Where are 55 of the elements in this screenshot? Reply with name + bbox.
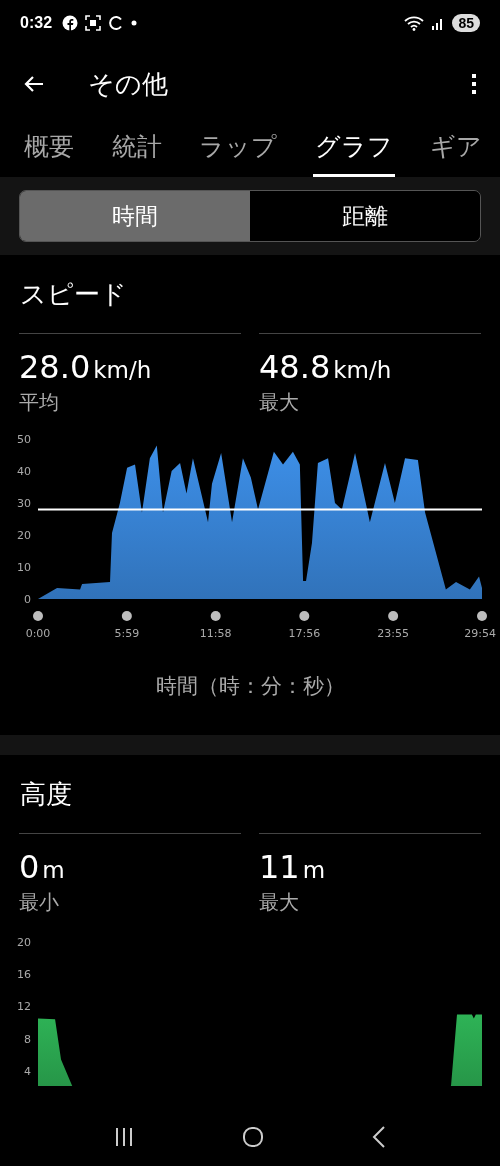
axis-tick-label: 0	[24, 593, 31, 606]
axis-tick-label: 17:56	[288, 627, 321, 640]
tab[interactable]: ギア	[428, 118, 484, 177]
stat-label: 平均	[19, 389, 60, 416]
stat-label: 最大	[259, 889, 300, 916]
axis-tick-label: 16	[17, 968, 31, 982]
stat-value: 11	[259, 848, 300, 886]
tab[interactable]: 概要	[22, 118, 76, 177]
axis-tick-label: 20	[17, 529, 31, 542]
stat-unit: m	[302, 857, 326, 883]
axis-title: 時間（時：分：秒）	[154, 673, 346, 700]
segment-button[interactable]: 時間	[20, 191, 250, 241]
time-marker-dot	[477, 611, 487, 621]
recent-apps-icon[interactable]	[114, 1127, 134, 1147]
section-title: スピード	[19, 278, 128, 311]
axis-tick-label: 10	[17, 561, 31, 574]
stat-unit: m	[42, 857, 65, 883]
stat-unit: km/h	[333, 357, 392, 383]
axis-tick-label: 20	[17, 936, 31, 949]
axis-tick-label: 23:55	[377, 627, 409, 640]
axis-tick-label: 29:54	[464, 627, 496, 640]
time-marker-dot	[33, 611, 43, 621]
time-marker-dot	[210, 611, 221, 621]
time-marker-dot	[388, 611, 399, 621]
status-time: 0:32	[20, 14, 53, 32]
dot-icon	[131, 20, 138, 26]
axis-tick-label: 5:59	[114, 627, 140, 640]
stat-value: 48.8	[259, 348, 331, 386]
screen-title: その他	[88, 67, 168, 101]
segment-button[interactable]: 距離	[250, 191, 480, 241]
facebook-icon	[62, 15, 79, 31]
section-title: 高度	[19, 778, 73, 811]
axis-tick-label: 11:58	[199, 627, 232, 640]
stat-label: 最大	[259, 389, 300, 416]
tab[interactable]: 統計	[109, 118, 164, 177]
stat-unit: km/h	[93, 357, 152, 383]
wifi-icon	[404, 15, 425, 31]
axis-tick-label: 12	[17, 1000, 31, 1014]
axis-tick-label: 40	[17, 465, 31, 478]
screenshot-icon	[85, 15, 102, 31]
time-marker-dot	[299, 611, 310, 621]
stat-value: 28.0	[19, 348, 91, 386]
time-marker-dot	[121, 611, 132, 621]
axis-tick-label: 50	[17, 433, 31, 446]
axis-tick-label: 0:00	[25, 627, 51, 640]
axis-tick-label: 30	[17, 497, 31, 510]
axis-tick-label: 4	[24, 1064, 31, 1078]
battery-level: 85	[452, 14, 480, 32]
stat-value: 0	[19, 848, 40, 886]
back-icon[interactable]	[372, 1126, 386, 1148]
home-icon[interactable]	[242, 1126, 264, 1148]
more-options-icon[interactable]	[470, 72, 478, 96]
axis-tick-label: 8	[24, 1032, 31, 1046]
stat-label: 最小	[19, 889, 60, 916]
tab[interactable]: ラップ	[197, 118, 279, 177]
